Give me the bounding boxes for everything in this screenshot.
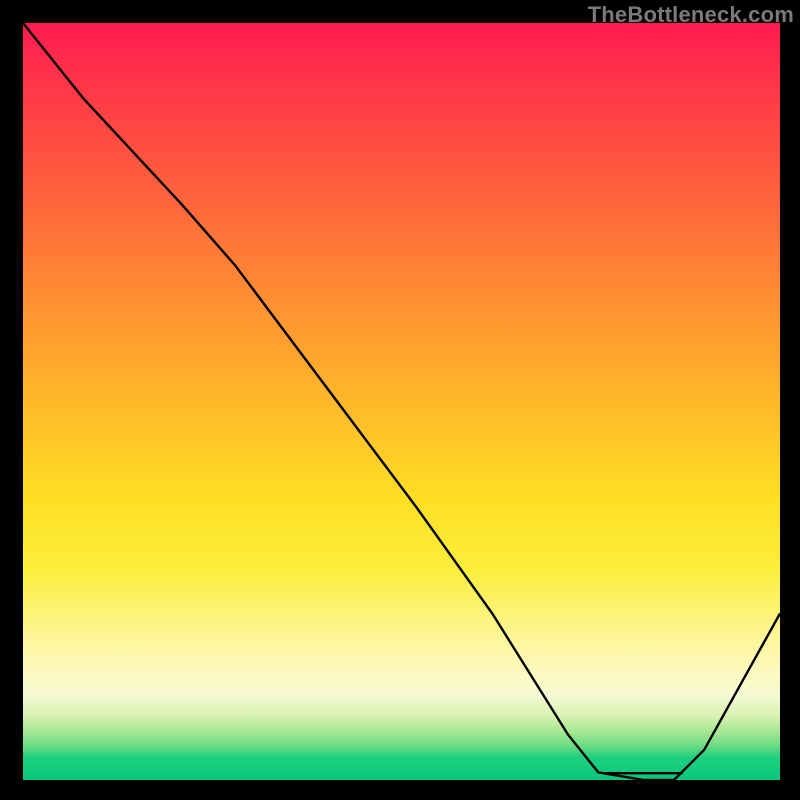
bottleneck-curve: [23, 23, 780, 780]
watermark-text: TheBottleneck.com: [588, 2, 794, 28]
plot-area: [23, 23, 780, 780]
chart-svg: [23, 23, 780, 780]
chart-frame: TheBottleneck.com: [0, 0, 800, 800]
